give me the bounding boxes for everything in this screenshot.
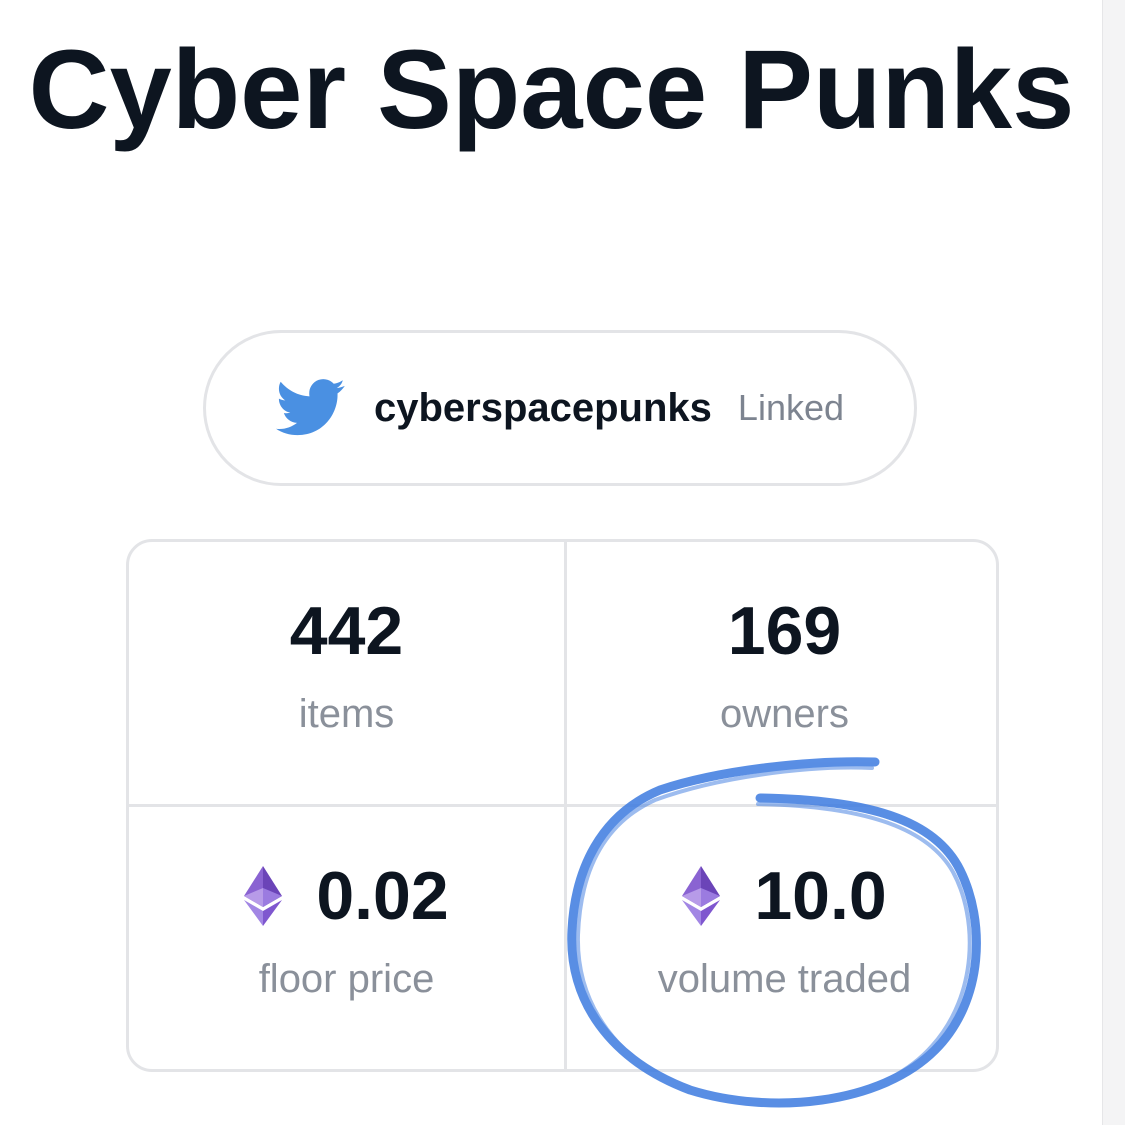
owners-label: owners xyxy=(720,692,849,736)
collection-title: Cyber Space Punks xyxy=(28,27,1075,152)
volume-traded-label: volume traded xyxy=(657,957,912,1001)
scrollbar-track[interactable] xyxy=(1102,0,1125,1125)
volume-traded-value: 10.0 xyxy=(754,858,887,934)
stat-volume-traded[interactable]: 10.0 volume traded xyxy=(567,807,996,1069)
ethereum-icon xyxy=(244,866,283,926)
floor-price-label: floor price xyxy=(258,957,435,1001)
ethereum-icon xyxy=(682,866,721,926)
collection-stats-card: 442 items 169 owners 0.02 floor price 10… xyxy=(126,539,999,1072)
twitter-icon xyxy=(275,378,346,438)
linked-status: Linked xyxy=(737,387,845,428)
stat-floor-price[interactable]: 0.02 floor price xyxy=(129,807,564,1069)
twitter-link-pill[interactable]: cyberspacepunks Linked xyxy=(203,330,917,486)
stat-owners[interactable]: 169 owners xyxy=(567,542,996,804)
stat-items[interactable]: 442 items xyxy=(129,542,564,804)
items-count: 442 xyxy=(289,593,404,669)
owners-count: 169 xyxy=(727,593,842,669)
twitter-handle[interactable]: cyberspacepunks xyxy=(374,386,712,431)
floor-price-value: 0.02 xyxy=(316,858,449,934)
items-label: items xyxy=(298,692,395,736)
